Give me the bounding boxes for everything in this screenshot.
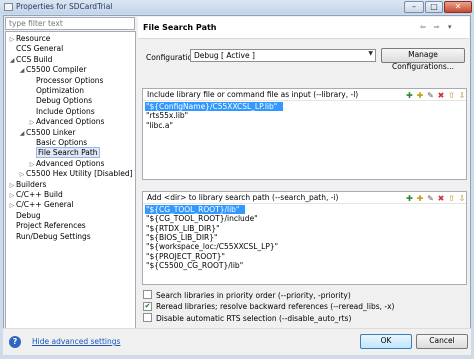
tree-item-label: C5500 Compiler <box>26 65 87 75</box>
tree-item[interactable]: ▷ Advanced Options <box>28 158 105 169</box>
forward-icon[interactable]: ⇨ <box>434 23 440 31</box>
tree-item[interactable]: ▷ Resource <box>8 34 51 44</box>
tree-item-label: Advanced Options <box>36 117 105 127</box>
add-workspace-icon[interactable]: ✚ <box>416 194 425 203</box>
move-up-icon[interactable]: ⇧ <box>447 91 456 100</box>
tree-item[interactable]: Project References <box>8 221 86 231</box>
tree-item-label: Debug Options <box>36 96 92 106</box>
list-item[interactable]: "${RTDX_LIB_DIR}" <box>145 224 220 233</box>
list-item[interactable]: "${PROJECT_ROOT}" <box>145 252 225 261</box>
manage-configurations-button[interactable]: Manage Configurations... <box>381 48 465 71</box>
tree-item-label: Advanced Options <box>36 158 105 168</box>
tree-item-label: CCS Build <box>16 54 53 64</box>
edit-icon[interactable]: ✎ <box>426 91 435 100</box>
configuration-value: Debug [ Active ] <box>194 51 255 60</box>
expand-arrow-icon[interactable]: ◢ <box>18 66 26 76</box>
tree-item-label: Run/Debug Settings <box>16 231 91 241</box>
add-workspace-icon[interactable]: ✚ <box>416 91 425 100</box>
close-button[interactable]: ✕ <box>444 1 472 13</box>
view-menu-icon[interactable]: ▾ <box>448 23 452 31</box>
list-item[interactable]: "${C5500_CG_ROOT}/lib" <box>145 261 243 270</box>
tree-item[interactable]: ◢ C5500 Linker <box>18 128 76 138</box>
tree-item-label: C/C++ Build <box>16 190 63 199</box>
expand-arrow-icon[interactable]: ◢ <box>8 56 16 66</box>
page-title: File Search Path <box>143 23 217 32</box>
tree-item[interactable]: Debug Options <box>28 96 92 106</box>
tree-item-label: CCS General <box>16 44 64 54</box>
search-path-list[interactable]: "${CG_TOOL_ROOT}/lib" "${CG_TOOL_ROOT}/in… <box>143 204 466 284</box>
list-item[interactable]: "${CG_TOOL_ROOT}/include" <box>145 214 258 223</box>
list-item[interactable]: "${CG_TOOL_ROOT}/lib" <box>145 205 246 214</box>
option-label: Reread libraries; resolve backward refer… <box>156 302 395 311</box>
property-tree[interactable]: ▷ Resource CCS General ◢ CCS Build ◢ C5500 Com… <box>5 31 136 331</box>
configuration-select[interactable]: Debug [ Active ] ▼ <box>190 49 376 62</box>
tree-item[interactable]: ◢ CCS Build <box>8 54 53 66</box>
delete-icon[interactable]: ✖ <box>437 91 446 100</box>
cancel-button[interactable]: Cancel <box>416 334 468 349</box>
option-checkbox[interactable] <box>143 313 152 322</box>
move-up-icon[interactable]: ⇧ <box>447 194 456 203</box>
tree-item-label: C/C++ General <box>16 200 74 210</box>
list-item[interactable]: "${ConfigName}/C55XXCSL_LP.lib" <box>145 102 284 111</box>
add-icon[interactable]: ✚ <box>405 194 414 203</box>
option-label: Search libraries in priority order (--pr… <box>156 290 351 300</box>
back-icon[interactable]: ⇦ <box>420 23 426 31</box>
delete-icon[interactable]: ✖ <box>437 194 446 203</box>
expand-arrow-icon[interactable]: ◢ <box>18 129 26 139</box>
tree-item-label: C5500 Linker <box>26 127 76 137</box>
tree-item[interactable]: ▷ C5500 Hex Utility [Disabled] <box>18 169 133 179</box>
list-item[interactable]: "${workspace_loc:/C55XXCSL_LP}" <box>145 242 278 251</box>
tree-item[interactable]: Run/Debug Settings <box>8 232 91 242</box>
tree-item[interactable]: Debug <box>8 211 41 221</box>
tree-item[interactable]: ◢ C5500 Compiler <box>18 65 87 76</box>
tree-item-label: C5500 Hex Utility [Disabled] <box>26 169 133 179</box>
tree-item-label: Resource <box>16 34 51 43</box>
tree-item[interactable]: CCS General <box>8 44 63 54</box>
tree-item[interactable]: ▷ C/C++ Build <box>8 190 63 200</box>
move-down-icon[interactable]: ⇩ <box>458 91 467 100</box>
app-icon <box>4 3 13 11</box>
tree-item-label: Debug <box>16 210 41 220</box>
add-icon[interactable]: ✚ <box>405 91 414 100</box>
chevron-down-icon: ▼ <box>368 50 373 57</box>
help-icon[interactable]: ? <box>9 336 21 348</box>
tree-item[interactable]: Optimization <box>28 86 84 96</box>
library-toolbar: ✚ ✚ ✎ ✖ ⇧ ⇩ <box>405 90 467 100</box>
option-label: Disable automatic RTS selection (--disab… <box>156 313 352 323</box>
tree-item[interactable]: Processor Options <box>28 76 103 86</box>
tree-item-label: Processor Options <box>36 75 104 85</box>
list-item[interactable]: "libc.a" <box>145 121 173 130</box>
window-title: Properties for SDCardTrial <box>16 2 113 11</box>
tree-item-label: Basic Options <box>36 138 88 147</box>
option-checkbox[interactable] <box>143 290 152 299</box>
library-list-group: Include library file or command file as … <box>142 88 467 180</box>
ok-button[interactable]: OK <box>360 334 412 349</box>
tree-item[interactable]: File Search Path <box>28 147 100 159</box>
tree-item-label: Optimization <box>36 86 84 95</box>
title-bar: Properties for SDCardTrial – □ ✕ <box>0 0 474 14</box>
list-item[interactable]: "rts55x.lib" <box>145 111 188 120</box>
tree-item-label: Project References <box>16 221 86 231</box>
tree-item[interactable]: ▷ C/C++ General <box>8 200 74 210</box>
search-path-group: Add <dir> to library search path (--sear… <box>142 191 467 285</box>
tree-item-label: Builders <box>16 179 47 189</box>
library-list[interactable]: "${ConfigName}/C55XXCSL_LP.lib" "rts55x.l… <box>143 101 466 179</box>
edit-icon[interactable]: ✎ <box>426 194 435 203</box>
tree-item[interactable]: ▷ Advanced Options <box>28 117 105 127</box>
move-down-icon[interactable]: ⇩ <box>458 194 467 203</box>
page-header: File Search Path ⇦ ⇨ ▾ <box>138 17 469 39</box>
tree-item-label: Include Options <box>36 106 95 116</box>
tree-item-label: File Search Path <box>36 147 100 159</box>
list-item[interactable]: "${BIOS_LIB_DIR}" <box>145 233 217 242</box>
option-checkbox[interactable]: ✔ <box>143 301 152 311</box>
filter-input[interactable]: type filter text <box>5 17 135 30</box>
minimize-button[interactable]: – <box>404 1 424 13</box>
tree-item[interactable]: Include Options <box>28 107 95 117</box>
search-path-toolbar: ✚ ✚ ✎ ✖ ⇧ ⇩ <box>405 193 467 203</box>
hide-advanced-settings-link[interactable]: Hide advanced settings <box>32 337 120 346</box>
maximize-button[interactable]: □ <box>425 1 443 13</box>
tree-item[interactable]: ▷ Builders <box>8 179 47 190</box>
